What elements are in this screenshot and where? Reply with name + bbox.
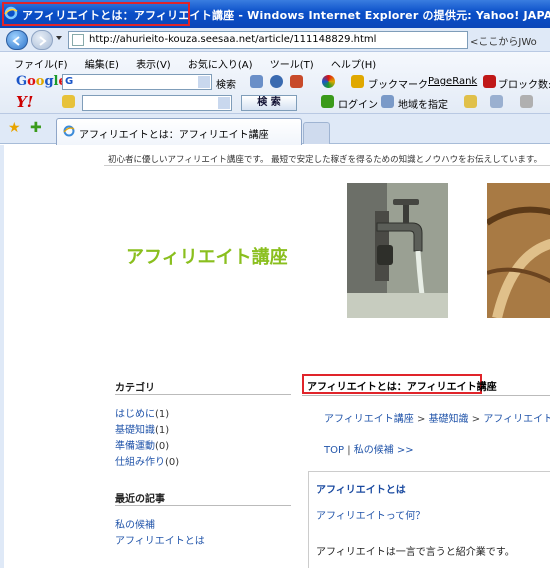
recent-posts-rule (115, 505, 291, 506)
category-count: (0) (155, 441, 170, 452)
prev-article-link[interactable]: 私の候補 >> (354, 445, 414, 456)
mail-icon[interactable] (464, 95, 477, 108)
entry-subtitle[interactable]: アフィリエイトって何？ (316, 507, 425, 522)
categories-rule (115, 394, 291, 395)
site-tagline: 初心者に優しいアフィリエイト講座です。 最短で安定した稼ぎを得るための知識とノウ… (108, 155, 543, 165)
menu-view[interactable]: 表示(V) (136, 60, 171, 71)
yahoo-logo[interactable]: Y! (16, 93, 33, 111)
login-icon[interactable] (321, 95, 334, 108)
bookmarks-button[interactable]: ブックマーク (368, 76, 428, 91)
popup-blocker-icon[interactable] (483, 75, 496, 88)
news-icon[interactable] (250, 75, 263, 88)
title-highlight-box (2, 2, 190, 26)
menu-help[interactable]: ヘルプ(H) (331, 60, 376, 71)
article-title: アフィリエイトとは：アフィリエイト講座 (307, 382, 497, 393)
category-label[interactable]: 基礎知識 (115, 425, 155, 436)
add-favorite-icon[interactable]: ✚ (30, 120, 42, 136)
google-search-button[interactable]: 検索 (216, 76, 236, 91)
menu-edit[interactable]: 編集(E) (85, 60, 119, 71)
categories-heading: カテゴリ (115, 383, 155, 394)
category-label[interactable]: 仕組み作り (115, 457, 165, 468)
ie-page-icon (63, 125, 75, 137)
toolbar-band: ファイル(F) 編集(E) 表示(V) お気に入り(A) ツール(T) ヘルプ(… (0, 52, 550, 114)
history-dropdown-icon[interactable] (56, 36, 62, 40)
favorites-star-icon[interactable]: ★ (8, 120, 21, 136)
category-count: (0) (165, 457, 180, 468)
search-box-hint[interactable]: <ここからJWo (470, 33, 537, 48)
recent-post-link[interactable]: 私の候補 (115, 516, 155, 531)
pagerank-indicator[interactable]: PageRank (428, 76, 477, 87)
back-arrow-icon (12, 36, 20, 46)
login-button[interactable]: ログイン (338, 96, 378, 111)
breadcrumb-current[interactable]: アフィリエイトとは (483, 414, 550, 425)
forward-arrow-icon (39, 36, 47, 46)
yahoo-dropdown-icon[interactable] (218, 97, 230, 109)
bookmark-star-icon[interactable] (351, 75, 364, 88)
article-nav: TOP | 私の候補 >> (324, 445, 414, 456)
window-title-bar[interactable]: アフィリエイトとは：アフィリエイト講座 - Windows Internet E… (0, 0, 550, 28)
recent-posts-heading: 最近の記事 (115, 494, 165, 505)
category-link[interactable]: 仕組み作り(0) (115, 453, 179, 468)
google-g-icon: G (65, 76, 74, 87)
category-count: (1) (155, 425, 170, 436)
new-tab-button[interactable] (303, 122, 330, 144)
google-dropdown-icon[interactable] (198, 76, 210, 88)
breadcrumb-category[interactable]: 基礎知識 (429, 414, 469, 425)
forward-button[interactable] (31, 30, 53, 50)
menu-file[interactable]: ファイル(F) (14, 60, 68, 71)
highlight-icon[interactable] (290, 75, 303, 88)
tab-bar: ★ ✚ アフィリエイトとは：アフィリエイト講座 (0, 114, 550, 145)
tab-active-label: アフィリエイトとは：アフィリエイト講座 (79, 130, 269, 141)
entry-title[interactable]: アフィリエイトとは (316, 481, 406, 496)
brush-icon[interactable] (490, 95, 503, 108)
back-button[interactable] (6, 30, 28, 50)
google-toolbar: Google G 検索 ブックマーク PageRank ブロック数: 96 (0, 72, 550, 92)
page-viewport[interactable]: 初心者に優しいアフィリエイト講座です。 最短で安定した稼ぎを得るための知識とノウ… (0, 145, 550, 568)
article-title-rule (302, 395, 550, 396)
category-link[interactable]: 基礎知識(1) (115, 421, 169, 436)
tab-active[interactable]: アフィリエイトとは：アフィリエイト講座 (56, 118, 302, 145)
category-link[interactable]: はじめに(1) (115, 405, 169, 420)
category-link[interactable]: 準備運動(0) (115, 437, 169, 452)
breadcrumb-home[interactable]: アフィリエイト講座 (324, 414, 414, 425)
breadcrumb: アフィリエイト講座 > 基礎知識 > アフィリエイトとは (324, 410, 550, 425)
menu-tools[interactable]: ツール(T) (270, 60, 314, 71)
popup-blocked-count[interactable]: ブロック数: 96 (498, 76, 550, 91)
category-label[interactable]: 準備運動 (115, 441, 155, 452)
top-link[interactable]: TOP (324, 445, 344, 456)
address-input[interactable]: http://ahurieito-kouza.seesaa.net/articl… (68, 31, 468, 49)
faucet-photo (347, 183, 448, 318)
page-icon (72, 34, 84, 46)
yahoo-search-input[interactable] (82, 95, 232, 111)
spellcheck-icon[interactable] (322, 75, 335, 88)
category-count: (1) (155, 409, 170, 420)
menu-favorites[interactable]: お気に入り(A) (188, 60, 253, 71)
tagline-divider (104, 165, 550, 166)
google-logo: Google (16, 74, 67, 89)
url-text: http://ahurieito-kouza.seesaa.net/articl… (89, 34, 377, 45)
category-label[interactable]: はじめに (115, 409, 155, 420)
google-search-input[interactable]: G (62, 74, 212, 90)
map-icon[interactable] (381, 95, 394, 108)
wood-photo (487, 183, 550, 318)
pencil-icon[interactable] (62, 95, 75, 108)
address-toolbar: http://ahurieito-kouza.seesaa.net/articl… (0, 28, 550, 52)
wood-image (487, 183, 550, 318)
yahoo-toolbar: Y! 検 索 ログイン 地域を指定 (0, 92, 550, 113)
entry-body-text: アフィリエイトは一言で言うと紹介業です。 (316, 547, 515, 558)
site-title[interactable]: アフィリエイト講座 (126, 243, 288, 269)
globe-icon[interactable] (270, 75, 283, 88)
region-button[interactable]: 地域を指定 (398, 96, 448, 111)
menu-bar: ファイル(F) 編集(E) 表示(V) お気に入り(A) ツール(T) ヘルプ(… (14, 56, 390, 72)
yahoo-search-button[interactable]: 検 索 (241, 95, 297, 111)
recent-post-link[interactable]: アフィリエイトとは (115, 532, 205, 547)
tools-icon[interactable] (520, 95, 533, 108)
faucet-image (347, 183, 448, 318)
